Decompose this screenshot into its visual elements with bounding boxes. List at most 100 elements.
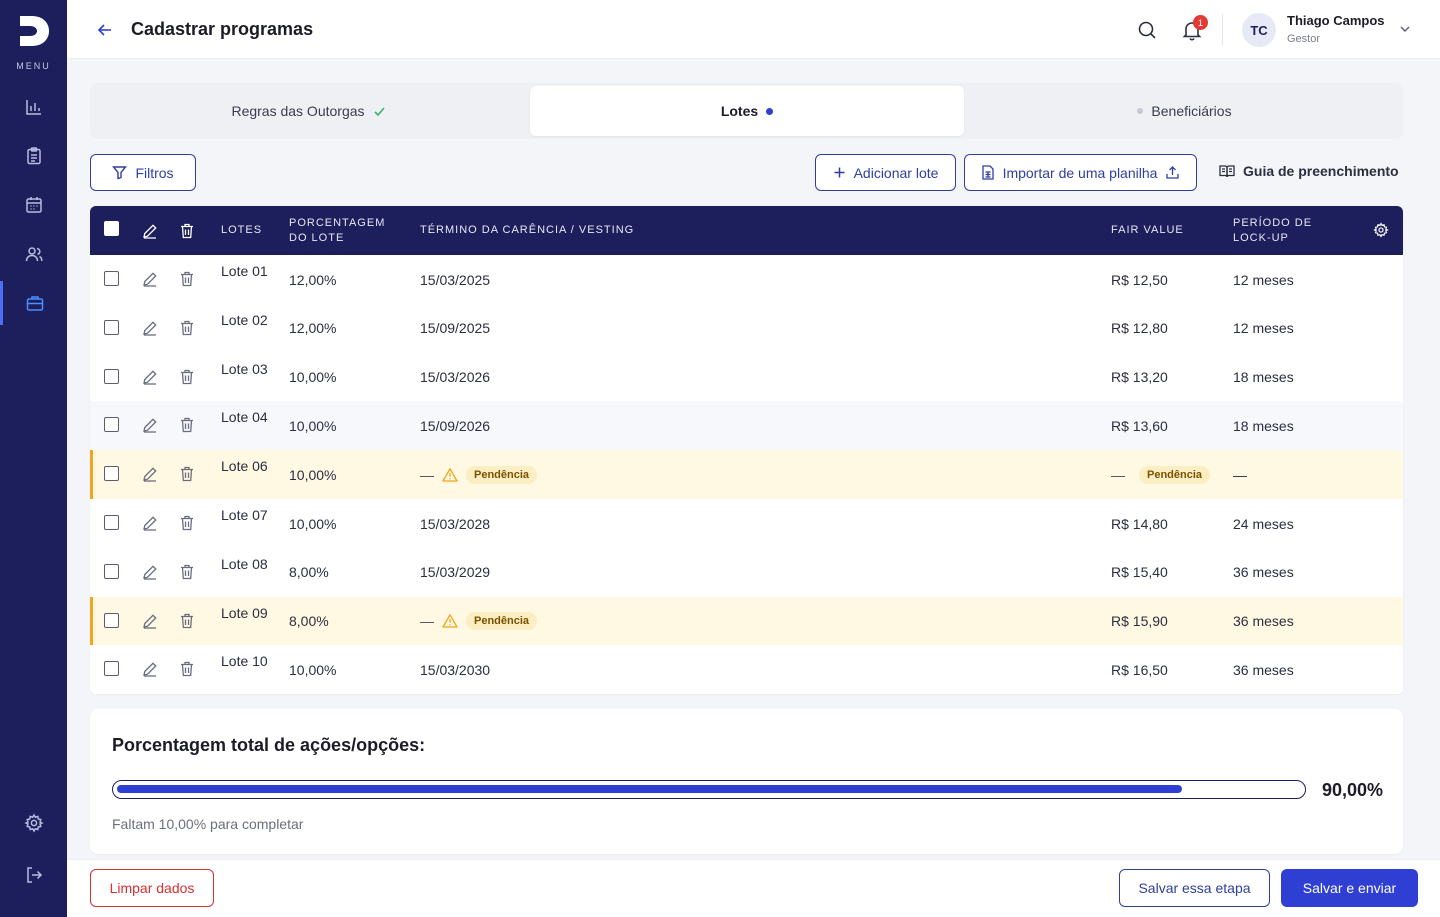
lote-name: Lote 09 xyxy=(221,604,268,621)
fair-value: R$ 16,50 xyxy=(1111,661,1168,678)
row-checkbox[interactable] xyxy=(104,319,119,335)
fair-value: R$ 15,40 xyxy=(1111,564,1168,581)
sidebar-item-programs[interactable] xyxy=(0,134,67,178)
save-and-send-button[interactable]: Salvar e enviar xyxy=(1281,869,1418,907)
trash-icon[interactable] xyxy=(178,465,196,483)
import-spreadsheet-button[interactable]: Importar de uma planilha xyxy=(964,154,1197,191)
column-header-vesting[interactable]: TÉRMINO DA CARÊNCIA / VESTING xyxy=(420,215,700,246)
user-role: Gestor xyxy=(1287,33,1321,45)
fair-value: R$ 15,90 xyxy=(1111,613,1168,630)
save-step-button[interactable]: Salvar essa etapa xyxy=(1119,869,1270,907)
lote-name: Lote 01 xyxy=(221,263,268,279)
back-button[interactable] xyxy=(94,19,116,41)
sidebar-item-portfolio[interactable] xyxy=(0,281,67,325)
row-checkbox[interactable] xyxy=(104,563,119,579)
column-header-lotes[interactable]: LOTES xyxy=(221,215,291,246)
row-checkbox[interactable] xyxy=(104,368,119,384)
warning-icon xyxy=(442,467,458,482)
row-checkbox[interactable] xyxy=(104,417,119,433)
row-checkbox[interactable] xyxy=(104,515,119,530)
edit-icon[interactable] xyxy=(141,612,159,630)
column-header-fair-value[interactable]: FAIR VALUE xyxy=(1111,215,1221,246)
column-header-lockup[interactable]: PERÍODO DE LOCK-UP xyxy=(1233,215,1343,246)
table-row[interactable]: Lote 02 12,00% 15/09/2025 R$ 12,80 12 meses xyxy=(90,303,1403,353)
trash-icon[interactable] xyxy=(178,270,196,288)
edit-icon[interactable] xyxy=(141,514,159,532)
column-header-percentage[interactable]: PORCENTAGEM DO LOTE xyxy=(289,215,399,246)
sidebar-item-calendar[interactable] xyxy=(0,183,67,227)
row-checkbox[interactable] xyxy=(104,612,119,628)
empty-value-dash: — xyxy=(1111,466,1125,483)
top-header: Cadastrar programas 1 TC Thiago Campos G… xyxy=(67,0,1440,59)
edit-icon[interactable] xyxy=(141,270,159,288)
chevron-down-icon[interactable] xyxy=(1398,22,1412,36)
trash-icon[interactable] xyxy=(178,660,196,678)
lockup-period: — xyxy=(1233,466,1247,483)
upload-icon xyxy=(1166,166,1180,179)
row-checkbox[interactable] xyxy=(104,661,119,677)
gear-icon[interactable] xyxy=(1373,222,1389,238)
table-row[interactable]: Lote 07 10,00% 15/03/2028 R$ 14,80 24 meses xyxy=(90,499,1403,548)
edit-icon[interactable] xyxy=(141,368,159,386)
tab-label: Beneficiários xyxy=(1151,103,1232,119)
trash-icon[interactable] xyxy=(178,222,196,240)
search-icon[interactable] xyxy=(1136,19,1158,41)
table-row[interactable]: Lote 10 10,00% 15/03/2030 R$ 16,50 36 meses xyxy=(90,645,1403,694)
pending-badge: Pendência xyxy=(466,612,538,631)
tab-regras-outorgas[interactable]: Regras das Outorgas xyxy=(90,86,527,136)
sidebar-item-logout[interactable] xyxy=(0,853,67,897)
warning-icon xyxy=(442,614,458,628)
table-row[interactable]: Lote 08 8,00% 15/03/2029 R$ 15,40 36 meses xyxy=(90,547,1403,597)
add-lote-button[interactable]: Adicionar lote xyxy=(815,154,956,191)
trash-icon[interactable] xyxy=(178,368,196,386)
table-row[interactable]: Lote 03 10,00% 15/03/2026 R$ 13,20 18 meses xyxy=(90,352,1403,402)
lote-percentage: 12,00% xyxy=(289,320,337,337)
trash-icon[interactable] xyxy=(178,319,196,337)
edit-icon[interactable] xyxy=(141,319,159,337)
tab-lotes[interactable]: Lotes xyxy=(530,86,964,136)
select-all-checkbox[interactable] xyxy=(104,221,119,236)
tab-beneficiarios[interactable]: Beneficiários xyxy=(966,86,1403,136)
lockup-period: 36 meses xyxy=(1233,564,1294,581)
filters-button[interactable]: Filtros xyxy=(90,154,196,191)
trash-icon[interactable] xyxy=(178,563,196,581)
vesting-date: 15/03/2029 xyxy=(420,564,491,581)
fair-value: R$ 12,80 xyxy=(1111,320,1168,337)
edit-icon[interactable] xyxy=(141,222,159,240)
table-row[interactable]: Lote 09 8,00% — Pendência R$ 15,90 36 meses xyxy=(90,596,1403,646)
fill-guide-link[interactable]: Guia de preenchimento xyxy=(1219,163,1399,179)
row-checkbox[interactable] xyxy=(104,271,119,286)
table-row[interactable]: Lote 06 10,00% — Pendência — Pendência — xyxy=(90,450,1403,500)
edit-icon[interactable] xyxy=(141,563,159,581)
sidebar-item-users[interactable] xyxy=(0,232,67,276)
edit-icon[interactable] xyxy=(141,660,159,678)
gear-icon xyxy=(23,813,44,833)
sidebar-item-settings[interactable] xyxy=(0,801,67,845)
lockup-period: 18 meses xyxy=(1233,369,1294,386)
trash-icon[interactable] xyxy=(178,612,196,630)
fair-value-pending: — Pendência xyxy=(1111,450,1211,499)
page-title: Cadastrar programas xyxy=(131,19,314,39)
menu-label: MENU xyxy=(16,61,51,71)
trash-icon[interactable] xyxy=(178,416,196,434)
table-row[interactable]: Lote 04 10,00% 15/09/2026 R$ 13,60 18 meses xyxy=(90,401,1403,451)
vesting-pending: — Pendência xyxy=(420,597,538,646)
trash-icon[interactable] xyxy=(178,514,196,532)
check-icon xyxy=(373,106,385,116)
lote-percentage: 10,00% xyxy=(289,515,337,532)
app-logo[interactable] xyxy=(17,14,50,47)
sidebar-item-dashboard[interactable] xyxy=(0,85,67,129)
avatar[interactable]: TC xyxy=(1242,13,1276,47)
vesting-date: 15/03/2028 xyxy=(420,515,491,532)
edit-icon[interactable] xyxy=(141,465,159,483)
row-checkbox[interactable] xyxy=(104,466,119,482)
edit-icon[interactable] xyxy=(141,416,159,434)
table-row[interactable]: Lote 01 12,00% 15/03/2025 R$ 12,50 12 meses xyxy=(90,255,1403,304)
user-name[interactable]: Thiago Campos xyxy=(1287,13,1385,28)
clear-data-button[interactable]: Limpar dados xyxy=(90,869,214,907)
clipboard-icon xyxy=(26,147,41,165)
vesting-date: 15/09/2026 xyxy=(420,417,491,434)
lote-percentage: 10,00% xyxy=(289,661,337,678)
pending-badge: Pendência xyxy=(466,465,538,484)
lote-percentage: 10,00% xyxy=(289,466,337,483)
